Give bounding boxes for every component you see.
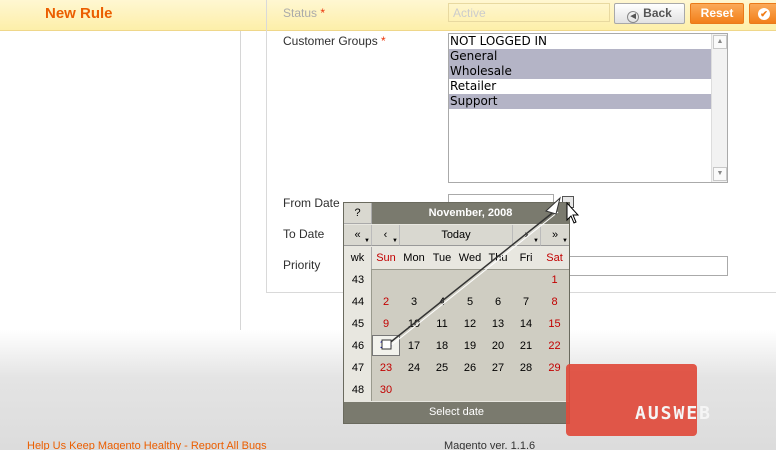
from-date-label: From Date [283,196,340,210]
calendar-popup: ? November, 2008 «▼ ‹ ▼ Today › ▼ » ▼ wk Sun… [343,202,570,424]
watermark-badge [566,364,697,436]
dropdown-icon: ▼ [392,238,398,244]
customer-groups-multiselect[interactable]: NOT LOGGED IN General Wholesale Retailer Sup… [448,33,728,183]
calendar-day[interactable]: 20 [484,335,512,357]
calendar-day[interactable]: 13 [484,313,512,335]
calendar-day[interactable]: 30 [372,379,400,401]
weekday-header: Tue [432,252,452,264]
calendar-day[interactable]: 9 [372,313,400,335]
dropdown-icon: ▼ [562,238,568,244]
customer-group-option[interactable]: NOT LOGGED IN [449,34,711,49]
calendar-day[interactable]: 15 [540,313,569,335]
priority-label: Priority [283,258,321,272]
customer-group-option[interactable]: Retailer [449,79,711,94]
calendar-day[interactable]: 18 [428,335,456,357]
weekday-header: Sat [546,252,563,264]
calendar-day[interactable]: 24 [400,357,428,379]
page-title: New Rule [45,5,113,22]
to-date-label: To Date [283,227,325,241]
week-number: 46 [351,340,365,352]
today-button[interactable]: Today [400,225,513,246]
calendar-day[interactable]: 4 [428,291,456,313]
customer-group-option[interactable]: General [449,49,711,64]
form-panel-edge [266,0,267,292]
scroll-down-icon[interactable]: ▼ [713,167,727,181]
calendar-day[interactable]: 2 [372,291,400,313]
prev-month-button[interactable]: ‹ ▼ [372,225,400,246]
customer-group-option[interactable]: Wholesale [449,64,711,79]
calendar-day[interactable]: 11 [428,313,456,335]
calendar-help-button[interactable]: ? [344,203,372,224]
prev-year-button[interactable]: «▼ [344,225,372,246]
reset-button[interactable]: Reset [690,3,744,24]
customer-group-option[interactable]: Support [449,94,711,109]
save-button[interactable]: ✔ [749,3,776,24]
checkmark-icon: ✔ [758,8,770,20]
week-number: 48 [351,384,365,396]
calendar-day[interactable]: 7 [512,291,540,313]
priority-input[interactable] [568,256,728,276]
back-arrow-icon: ◀ [627,11,640,23]
calendar-day[interactable]: 5 [456,291,484,313]
weekday-header: Mon [403,252,425,264]
calendar-day[interactable]: 22 [540,335,569,357]
calendar-day[interactable]: 21 [512,335,540,357]
calendar-day[interactable]: 27 [484,357,512,379]
calendar-day[interactable]: 14 [512,313,540,335]
next-year-button[interactable]: » ▼ [541,225,569,246]
left-column-divider [240,31,241,331]
calendar-day[interactable]: 3 [400,291,428,313]
week-number: 45 [351,318,365,330]
week-number: 44 [351,296,365,308]
calendar-day[interactable]: 10 [400,313,428,335]
dropdown-icon: ▼ [533,238,539,244]
multiselect-scrollbar[interactable]: ▲ ▼ [711,34,727,182]
back-button[interactable]: ◀ Back [614,3,685,24]
weekday-header: Fri [519,252,533,264]
calendar-month-title: November, 2008 [372,203,569,224]
dropdown-icon: ▼ [364,238,370,244]
calendar-day-today[interactable]: 16 [372,335,400,356]
calendar-day[interactable]: 26 [456,357,484,379]
calendar-day[interactable]: 29 [540,357,569,379]
weekday-header: Sun [376,252,396,264]
week-number: 43 [351,274,365,286]
weekday-header: wk [344,247,372,269]
weekday-header: Thu [488,252,508,264]
version-text: Magento ver. 1.1.6 [444,440,536,450]
scroll-up-icon[interactable]: ▲ [713,35,727,49]
calendar-day[interactable]: 6 [484,291,512,313]
calendar-day[interactable]: 1 [540,269,569,291]
status-select[interactable]: Active [448,3,610,22]
calendar-day[interactable]: 25 [428,357,456,379]
week-number: 47 [351,362,365,374]
next-month-button[interactable]: › ▼ [513,225,541,246]
weekday-header: Wed [458,252,482,264]
customer-groups-label: Customer Groups * [283,34,386,48]
report-bugs-link[interactable]: Help Us Keep Magento Healthy - Report Al… [27,440,267,450]
calendar-day[interactable]: 28 [512,357,540,379]
watermark-logo: AUSWEB [635,403,713,424]
calendar-day[interactable]: 12 [456,313,484,335]
status-label: Status * [283,6,326,20]
page-header: New Rule ◀ Back Reset ✔ [0,0,776,31]
back-button-label: Back [643,6,672,20]
calendar-day[interactable]: 19 [456,335,484,357]
calendar-day[interactable]: 17 [400,335,428,357]
calendar-day[interactable]: 23 [372,357,400,379]
calendar-status-bar: Select date [344,402,569,423]
calendar-day[interactable]: 8 [540,291,569,313]
